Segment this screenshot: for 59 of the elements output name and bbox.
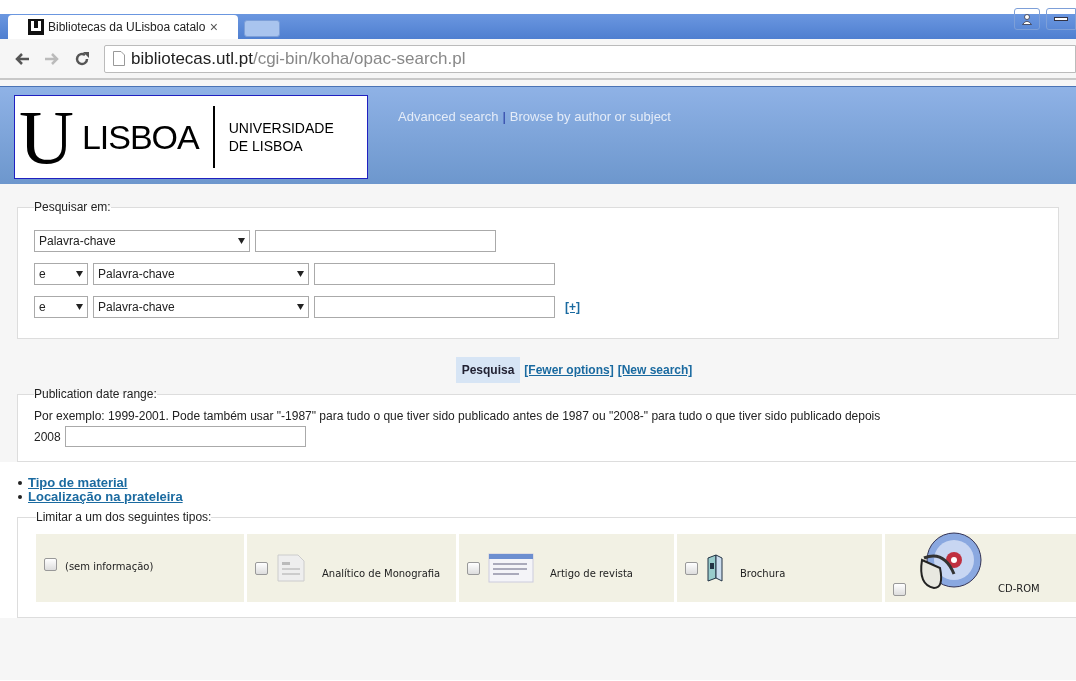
article-icon xyxy=(488,553,534,583)
hint-text-end: 2008 xyxy=(34,428,61,446)
search-field[interactable] xyxy=(314,296,555,318)
favicon-icon xyxy=(28,19,44,35)
document-icon xyxy=(276,554,306,582)
dropdown-arrow-icon xyxy=(297,271,304,277)
option-link[interactable]: Localização na prateleira xyxy=(28,490,183,504)
forward-icon[interactable] xyxy=(44,51,60,66)
new-tab-button[interactable] xyxy=(244,20,280,37)
tab-title: Bibliotecas da ULisboa catalo xyxy=(48,19,206,36)
dropdown[interactable]: Palavra-chave xyxy=(34,230,250,252)
reload-icon[interactable] xyxy=(74,50,90,67)
action-link[interactable]: [Fewer options] xyxy=(524,361,614,379)
checkbox[interactable] xyxy=(685,561,698,575)
page-icon xyxy=(113,51,125,66)
profile-button[interactable] xyxy=(1014,8,1040,30)
dropdown[interactable]: Palavra-chave xyxy=(93,263,309,285)
checkbox[interactable] xyxy=(255,561,268,575)
checkbox[interactable] xyxy=(44,557,57,571)
minimize-button[interactable] xyxy=(1046,8,1076,30)
dropdown-arrow-icon xyxy=(76,271,83,277)
type-label: (sem informação) xyxy=(65,559,154,574)
dropdown[interactable]: e xyxy=(34,263,88,285)
search-field[interactable] xyxy=(255,230,496,252)
dropdown-arrow-icon xyxy=(76,304,83,310)
logo-letter: U xyxy=(19,99,74,175)
url-text: bibliotecas.utl.pt/cgi-bin/koha/opac-search.pl xyxy=(131,47,466,70)
checkbox[interactable] xyxy=(893,583,906,596)
dropdown-arrow-icon xyxy=(297,304,304,310)
logo-wordmark: LISBOA xyxy=(81,117,199,157)
link-separator: | xyxy=(502,108,506,126)
search-field[interactable] xyxy=(314,263,555,285)
bullet-icon xyxy=(18,495,22,499)
type-label: Brochura xyxy=(740,566,786,581)
dropdown[interactable]: Palavra-chave xyxy=(93,296,309,318)
search-button[interactable]: Pesquisa xyxy=(455,357,521,383)
dropdown-arrow-icon xyxy=(238,238,245,244)
action-link[interactable]: [New search] xyxy=(617,361,693,379)
type-label: Analítico de Monografia xyxy=(322,566,441,581)
logo-line: DE LISBOA xyxy=(228,137,304,155)
type-label: Artigo de revista xyxy=(550,566,633,581)
close-icon[interactable]: × xyxy=(209,16,218,38)
fieldset-legend: Limitar a um dos seguintes tipos: xyxy=(36,508,212,526)
brochure-icon xyxy=(706,554,724,582)
option-link[interactable]: Tipo de material xyxy=(28,476,128,490)
hint-text: Por exemplo: 1999-2001. Pode também usar "-1987" para tudo o que tiver sido publicado antes de 1987 ou "2008-" para tudo o que tiver sido publicado depois xyxy=(34,408,882,425)
fieldset-legend: Pesquisar em: xyxy=(34,198,111,216)
date-field[interactable] xyxy=(64,426,306,447)
logo-line: UNIVERSIDADE xyxy=(228,119,334,137)
bullet-icon xyxy=(18,481,22,485)
person-icon xyxy=(1022,13,1032,25)
add-row-link[interactable]: [+] xyxy=(565,298,580,316)
checkbox[interactable] xyxy=(467,561,480,575)
browser-tab[interactable]: Bibliotecas da ULisboa catalo × xyxy=(8,15,238,39)
fieldset-legend: Publication date range: xyxy=(34,385,157,403)
type-label: CD-ROM xyxy=(998,582,1040,596)
address-bar[interactable]: bibliotecas.utl.pt/cgi-bin/koha/opac-search.pl xyxy=(104,44,1076,73)
back-icon[interactable] xyxy=(14,51,30,66)
dropdown[interactable]: e xyxy=(34,296,88,318)
